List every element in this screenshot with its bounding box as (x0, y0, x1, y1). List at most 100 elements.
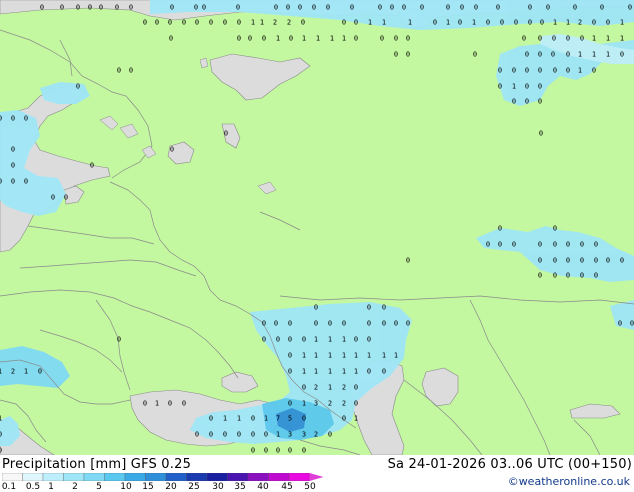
precip-value-marker: 0 (288, 447, 292, 455)
precip-value-marker: 0 (551, 51, 555, 59)
precip-value-marker: 1 (302, 352, 306, 360)
precip-value-marker: 0 (538, 272, 542, 280)
precip-value-marker: 0 (512, 67, 516, 75)
precip-value-marker: 0 (566, 51, 570, 59)
precip-value-marker: 0 (498, 225, 502, 233)
precip-value-marker: 7 (276, 415, 280, 423)
precip-value-marker: 0 (580, 257, 584, 265)
precip-value-marker: 0 (302, 384, 306, 392)
precip-value-marker: 1 (237, 415, 241, 423)
precip-value-marker: 0 (354, 35, 358, 43)
precip-value-marker: 0 (406, 35, 410, 43)
precip-value-marker: 1 (578, 51, 582, 59)
precip-value-marker: 1 (0, 368, 2, 376)
precip-value-marker: 2 (328, 400, 332, 408)
precip-value-marker: 1 (620, 19, 624, 27)
precip-value-marker: 0 (328, 431, 332, 439)
precip-value-marker: 1 (606, 51, 610, 59)
precip-value-marker: 0 (538, 67, 542, 75)
precip-value-marker: 0 (236, 4, 240, 12)
precip-value-marker: 2 (287, 19, 291, 27)
precip-value-marker: 0 (262, 336, 266, 344)
legend-tick: 10 (120, 482, 132, 492)
precip-value-marker: 0 (223, 19, 227, 27)
precip-value-marker: 0 (378, 4, 382, 12)
precip-value-marker: 0 (594, 272, 598, 280)
precip-value-marker: 1 (553, 19, 557, 27)
precip-value-marker: 2 (314, 431, 318, 439)
precip-value-marker: 2 (578, 19, 582, 27)
precip-value-marker: 0 (209, 19, 213, 27)
precip-value-marker: 0 (566, 272, 570, 280)
precip-value-marker: 0 (302, 336, 306, 344)
precip-value-marker: 0 (251, 415, 255, 423)
precip-value-marker: 1 (342, 352, 346, 360)
precip-value-marker: 1 (342, 368, 346, 376)
precip-value-marker: 0 (314, 304, 318, 312)
precip-value-marker: 0 (446, 4, 450, 12)
precip-value-marker: 1 (155, 400, 159, 408)
precip-value-marker: 0 (538, 35, 542, 43)
precip-value-marker: 0 (566, 35, 570, 43)
precip-value-marker: 0 (264, 431, 268, 439)
precip-value-marker: 0 (473, 51, 477, 59)
legend-tick: 30 (212, 482, 224, 492)
precip-value-marker: 3 (288, 431, 292, 439)
legend-swatch (83, 473, 105, 481)
precip-value-marker: 1 (368, 19, 372, 27)
precip-value-marker: 0 (11, 146, 15, 154)
precip-value-marker: 0 (540, 19, 544, 27)
precip-value-marker: 0 (276, 336, 280, 344)
precip-value-marker: 0 (288, 368, 292, 376)
precip-value-marker: 0 (354, 19, 358, 27)
precip-value-marker: 0 (223, 431, 227, 439)
precip-value-marker: 1 (223, 415, 227, 423)
legend-tick: 35 (234, 482, 246, 492)
precip-value-marker: 0 (60, 4, 64, 12)
precip-value-marker: 1 (24, 368, 28, 376)
precip-value-marker: 0 (289, 35, 293, 43)
precip-value-marker: 1 (512, 83, 516, 91)
precip-value-marker: 2 (342, 384, 346, 392)
site-credit[interactable]: ©weatheronline.co.uk (508, 475, 630, 488)
precip-value-marker: 0 (394, 35, 398, 43)
precip-value-marker: 0 (328, 320, 332, 328)
precip-value-marker: 0 (566, 241, 570, 249)
legend-tick: 45 (281, 482, 293, 492)
precip-value-marker: 0 (302, 447, 306, 455)
precip-value-marker: 0 (460, 4, 464, 12)
precip-value-marker: 0 (117, 336, 121, 344)
precip-value-marker: 0 (474, 4, 478, 12)
precip-value-marker: 0 (99, 4, 103, 12)
precip-value-marker: 0 (433, 19, 437, 27)
precip-value-marker: 0 (298, 4, 302, 12)
precip-value-marker: 0 (522, 35, 526, 43)
precip-value-marker: 1 (302, 35, 306, 43)
precip-value-marker: 1 (606, 35, 610, 43)
precip-value-marker: 1 (354, 415, 358, 423)
precip-value-marker: 0 (486, 19, 490, 27)
precip-value-marker: 0 (155, 19, 159, 27)
precip-value-marker: 0 (538, 51, 542, 59)
legend-tick: 0.5 (25, 482, 41, 492)
precip-value-marker: 0 (288, 336, 292, 344)
precip-value-marker: 0 (539, 130, 543, 138)
precip-value-marker: 0 (143, 19, 147, 27)
precip-value-marker: 0 (553, 257, 557, 265)
precip-value-marker: 1 (620, 35, 624, 43)
precip-value-marker: 0 (580, 272, 584, 280)
precip-value-marker: 1 (566, 19, 570, 27)
precip-value-marker: 0 (538, 83, 542, 91)
precip-value-marker: 0 (620, 257, 624, 265)
precip-value-marker: 0 (251, 431, 255, 439)
legend-swatch (42, 473, 64, 481)
precip-value-marker: 0 (248, 35, 252, 43)
precip-value-marker: 1 (251, 19, 255, 27)
precip-value-marker: 0 (618, 320, 622, 328)
precip-value-marker: 0 (620, 51, 624, 59)
precip-value-marker: 1 (328, 336, 332, 344)
precip-value-marker: 1 (592, 51, 596, 59)
precip-value-marker: 0 (382, 320, 386, 328)
precip-value-marker: 0 (195, 431, 199, 439)
legend-swatch (206, 473, 228, 481)
